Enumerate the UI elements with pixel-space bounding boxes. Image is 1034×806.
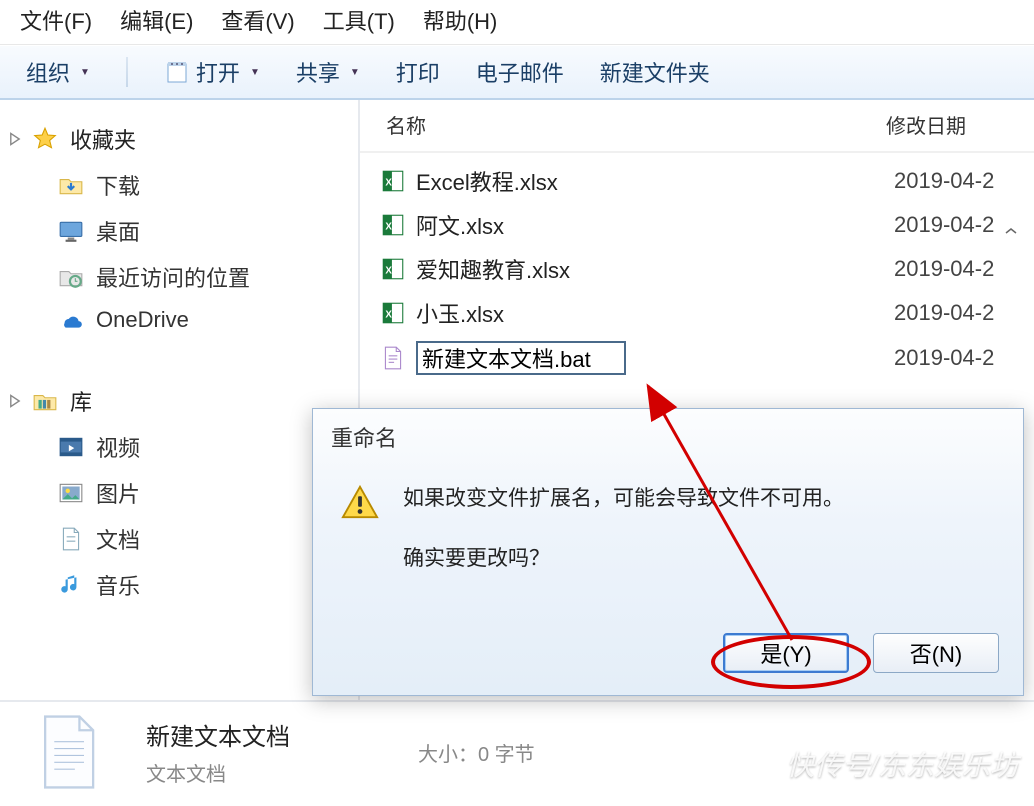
file-row-rename[interactable]: 2019-04-2 xyxy=(360,335,1034,381)
favorites-label: 收藏夹 xyxy=(70,123,136,155)
sidebar-item-desktop[interactable]: 桌面 xyxy=(0,208,358,254)
svg-text:X: X xyxy=(385,309,392,320)
share-label: 共享 xyxy=(296,56,340,88)
file-name: 小玉.xlsx xyxy=(416,297,894,329)
expand-icon xyxy=(8,394,22,408)
rename-dialog: 重命名 如果改变文件扩展名，可能会导致文件不可用。 确实要更改吗？ 是(Y) 否… xyxy=(312,408,1024,696)
no-button[interactable]: 否(N) xyxy=(873,633,999,673)
documents-icon xyxy=(58,526,84,552)
dropdown-icon: ▼ xyxy=(350,67,360,78)
pictures-label: 图片 xyxy=(96,477,140,509)
sidebar-item-pictures[interactable]: 图片 xyxy=(0,470,358,516)
xlsx-icon: X xyxy=(380,256,406,282)
open-label: 打开 xyxy=(196,56,240,88)
desktop-icon xyxy=(58,218,84,244)
onedrive-icon xyxy=(58,307,84,333)
sidebar-item-downloads[interactable]: 下载 xyxy=(0,162,358,208)
file-row[interactable]: X 小玉.xlsx 2019-04-2 xyxy=(360,291,1034,335)
col-name[interactable]: 名称 xyxy=(368,110,886,139)
xlsx-icon: X xyxy=(380,168,406,194)
documents-label: 文档 xyxy=(96,523,140,555)
file-row[interactable]: X 阿文.xlsx 2019-04-2 xyxy=(360,203,1034,247)
sidebar-item-onedrive[interactable]: OneDrive xyxy=(0,300,358,340)
details-size: 大小：0 字节 xyxy=(418,738,535,767)
svg-text:X: X xyxy=(385,177,392,188)
file-date: 2019-04-2 xyxy=(894,256,1034,282)
music-label: 音乐 xyxy=(96,569,140,601)
file-date: 2019-04-2 xyxy=(894,300,1034,326)
watermark: 快传号/东东娱乐坊 xyxy=(786,744,1018,784)
svg-text:X: X xyxy=(385,221,392,232)
dialog-line1: 如果改变文件扩展名，可能会导致文件不可用。 xyxy=(403,479,844,519)
file-row[interactable]: X 爱知趣教育.xlsx 2019-04-2 xyxy=(360,247,1034,291)
newfolder-button[interactable]: 新建文件夹 xyxy=(596,54,714,90)
sidebar-group-favorites[interactable]: 收藏夹 xyxy=(0,116,358,162)
dropdown-icon: ▼ xyxy=(250,67,260,78)
recent-label: 最近访问的位置 xyxy=(96,261,250,293)
menu-edit[interactable]: 编辑(E) xyxy=(120,4,193,36)
newfolder-label: 新建文件夹 xyxy=(600,56,710,88)
downloads-icon xyxy=(58,172,84,198)
file-row[interactable]: X Excel教程.xlsx 2019-04-2 xyxy=(360,159,1034,203)
col-date[interactable]: 修改日期 xyxy=(886,110,1026,139)
text-icon xyxy=(380,345,406,371)
sidebar-item-videos[interactable]: 视频 xyxy=(0,424,358,470)
recent-icon xyxy=(58,264,84,290)
music-icon xyxy=(58,572,84,598)
share-button[interactable]: 共享 ▼ xyxy=(292,54,364,90)
details-type: 文本文档 xyxy=(146,758,290,787)
file-list: X Excel教程.xlsx 2019-04-2 X 阿文.xlsx 2019-… xyxy=(360,153,1034,387)
scroll-collapse-icon[interactable] xyxy=(1004,226,1018,236)
rename-input[interactable] xyxy=(416,341,626,375)
file-date: 2019-04-2 xyxy=(894,345,1034,371)
open-button[interactable]: 打开 ▼ xyxy=(160,54,264,90)
details-text: 新建文本文档 文本文档 xyxy=(146,717,290,787)
library-icon xyxy=(32,388,58,414)
pictures-icon xyxy=(58,480,84,506)
expand-icon xyxy=(8,132,22,146)
sidebar-item-recent[interactable]: 最近访问的位置 xyxy=(0,254,358,300)
menubar: 文件(F) 编辑(E) 查看(V) 工具(T) 帮助(H) xyxy=(0,0,1034,45)
notepad-icon xyxy=(164,59,190,85)
sidebar-item-music[interactable]: 音乐 xyxy=(0,562,358,608)
separator xyxy=(126,57,128,87)
file-name: Excel教程.xlsx xyxy=(416,165,894,197)
star-icon xyxy=(32,126,58,152)
videos-label: 视频 xyxy=(96,431,140,463)
toolbar: 组织 ▼ 打开 ▼ 共享 ▼ 打印 电子邮件 新建文件夹 xyxy=(0,45,1034,100)
warning-icon xyxy=(341,483,379,521)
dropdown-icon: ▼ xyxy=(80,67,90,78)
email-button[interactable]: 电子邮件 xyxy=(472,54,568,90)
details-title: 新建文本文档 xyxy=(146,717,290,752)
yes-button[interactable]: 是(Y) xyxy=(723,633,849,673)
dialog-message: 如果改变文件扩展名，可能会导致文件不可用。 确实要更改吗？ xyxy=(403,479,844,579)
menu-help[interactable]: 帮助(H) xyxy=(423,4,498,36)
xlsx-icon: X xyxy=(380,212,406,238)
sidebar: 收藏夹 下载 桌面 最近访问的位置 OneDrive 库 视频 xyxy=(0,100,360,700)
sidebar-item-documents[interactable]: 文档 xyxy=(0,516,358,562)
column-headers: 名称 修改日期 xyxy=(360,100,1034,153)
onedrive-label: OneDrive xyxy=(96,307,189,333)
desktop-label: 桌面 xyxy=(96,215,140,247)
svg-text:X: X xyxy=(385,265,392,276)
text-file-icon xyxy=(28,712,128,792)
videos-icon xyxy=(58,434,84,460)
organize-label: 组织 xyxy=(26,56,70,88)
xlsx-icon: X xyxy=(380,300,406,326)
dialog-line2: 确实要更改吗？ xyxy=(403,539,844,579)
menu-file[interactable]: 文件(F) xyxy=(20,4,92,36)
print-label: 打印 xyxy=(396,56,440,88)
dialog-title: 重命名 xyxy=(313,409,1023,463)
file-name: 阿文.xlsx xyxy=(416,209,894,241)
print-button[interactable]: 打印 xyxy=(392,54,444,90)
downloads-label: 下载 xyxy=(96,169,140,201)
menu-view[interactable]: 查看(V) xyxy=(221,4,294,36)
libraries-label: 库 xyxy=(70,385,92,417)
file-date: 2019-04-2 xyxy=(894,168,1034,194)
sidebar-group-libraries[interactable]: 库 xyxy=(0,378,358,424)
organize-button[interactable]: 组织 ▼ xyxy=(22,54,94,90)
email-label: 电子邮件 xyxy=(476,56,564,88)
file-name: 爱知趣教育.xlsx xyxy=(416,253,894,285)
menu-tools[interactable]: 工具(T) xyxy=(323,4,395,36)
